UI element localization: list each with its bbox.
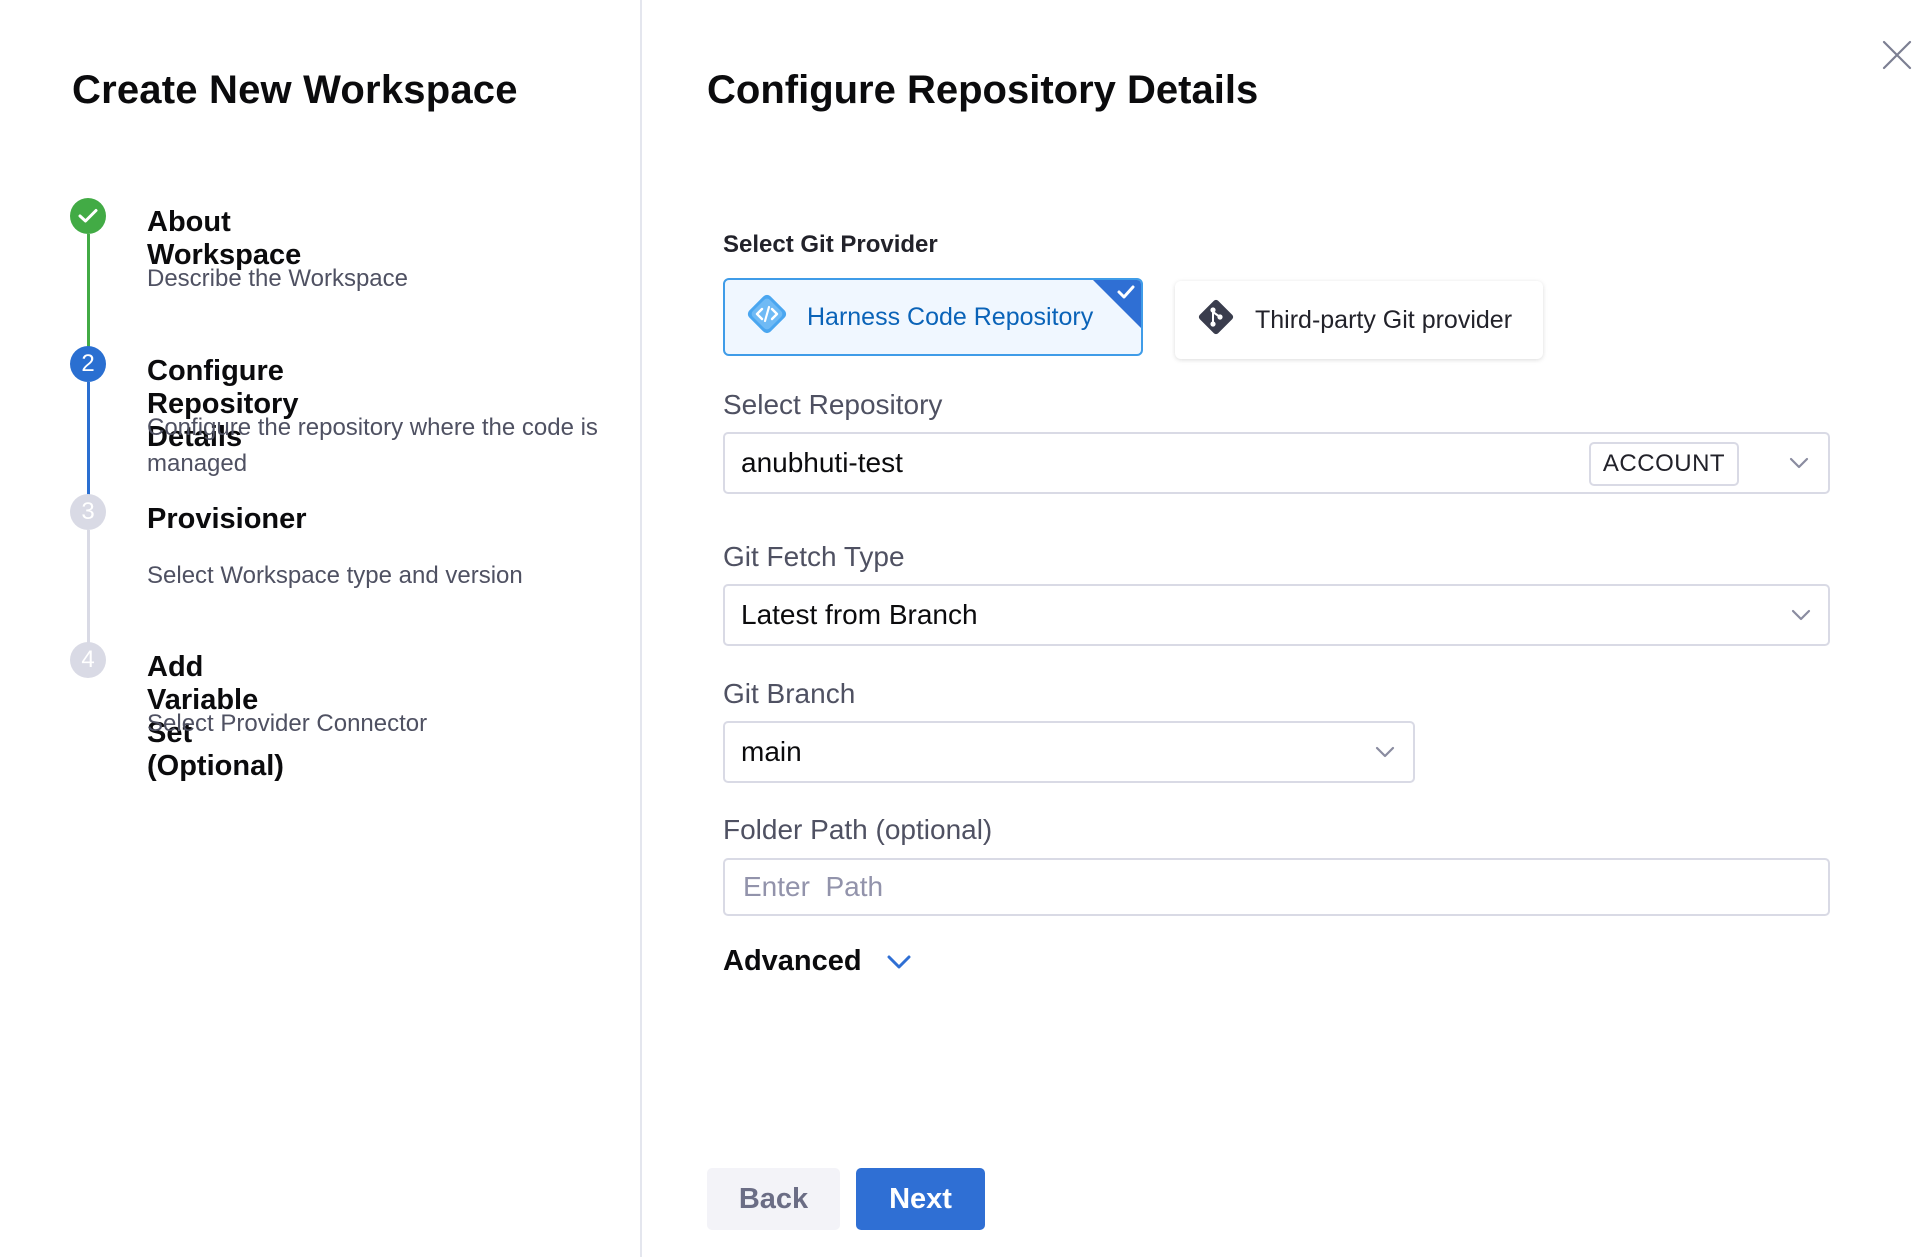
git-provider-label: Select Git Provider bbox=[723, 231, 938, 258]
harness-code-repository-label: Harness Code Repository bbox=[807, 302, 1094, 331]
close-icon[interactable] bbox=[1882, 40, 1912, 70]
folder-path-label: Folder Path (optional) bbox=[723, 814, 993, 845]
fetch-type-value: Latest from Branch bbox=[741, 599, 978, 630]
folder-path-input[interactable] bbox=[723, 858, 1830, 916]
step-2-number: 2 bbox=[70, 346, 106, 382]
selected-check-icon bbox=[1091, 280, 1141, 330]
repository-label: Select Repository bbox=[723, 389, 943, 420]
step-connector-pending bbox=[87, 530, 90, 658]
create-workspace-modal: Create New Workspace About Workspace Des… bbox=[0, 0, 1920, 1257]
git-icon bbox=[1195, 296, 1237, 345]
harness-code-icon bbox=[745, 292, 789, 343]
branch-chevron-down-icon[interactable] bbox=[1374, 745, 1396, 759]
fetch-type-label: Git Fetch Type bbox=[723, 541, 905, 572]
step-3-description: Select Workspace type and version bbox=[147, 562, 523, 589]
step-4-description: Select Provider Connector bbox=[147, 710, 428, 737]
repository-value: anubhuti-test bbox=[741, 447, 903, 478]
branch-value: main bbox=[741, 736, 802, 767]
account-scope-badge: ACCOUNT bbox=[1589, 442, 1739, 486]
back-button[interactable]: Back bbox=[707, 1168, 840, 1230]
step-2-description: Configure the repository where the code … bbox=[147, 414, 598, 477]
third-party-git-provider-label: Third-party Git provider bbox=[1255, 305, 1513, 334]
step-3-number: 3 bbox=[70, 494, 106, 530]
step-4-number: 4 bbox=[70, 642, 106, 678]
repository-chevron-down-icon[interactable] bbox=[1788, 456, 1810, 470]
branch-select[interactable]: main bbox=[723, 721, 1415, 783]
step-3-title[interactable]: Provisioner bbox=[147, 503, 307, 536]
harness-code-repository-option[interactable]: Harness Code Repository bbox=[723, 278, 1143, 356]
wizard-steps-panel: Create New Workspace About Workspace Des… bbox=[0, 0, 642, 1257]
fetch-type-select[interactable]: Latest from Branch bbox=[723, 584, 1830, 646]
advanced-toggle[interactable]: Advanced bbox=[723, 945, 912, 978]
third-party-git-provider-option[interactable]: Third-party Git provider bbox=[1175, 281, 1543, 359]
next-button[interactable]: Next bbox=[856, 1168, 985, 1230]
step-1-check-icon bbox=[70, 198, 106, 234]
advanced-chevron-down-icon bbox=[887, 955, 911, 968]
advanced-label: Advanced bbox=[723, 945, 862, 977]
wizard-title: Create New Workspace bbox=[72, 68, 518, 112]
fetch-type-chevron-down-icon[interactable] bbox=[1790, 608, 1812, 622]
step-connector-active bbox=[87, 382, 90, 510]
step-connector-done bbox=[87, 234, 90, 359]
branch-label: Git Branch bbox=[723, 678, 856, 709]
step-1-description: Describe the Workspace bbox=[147, 265, 408, 292]
page-title: Configure Repository Details bbox=[707, 68, 1259, 112]
